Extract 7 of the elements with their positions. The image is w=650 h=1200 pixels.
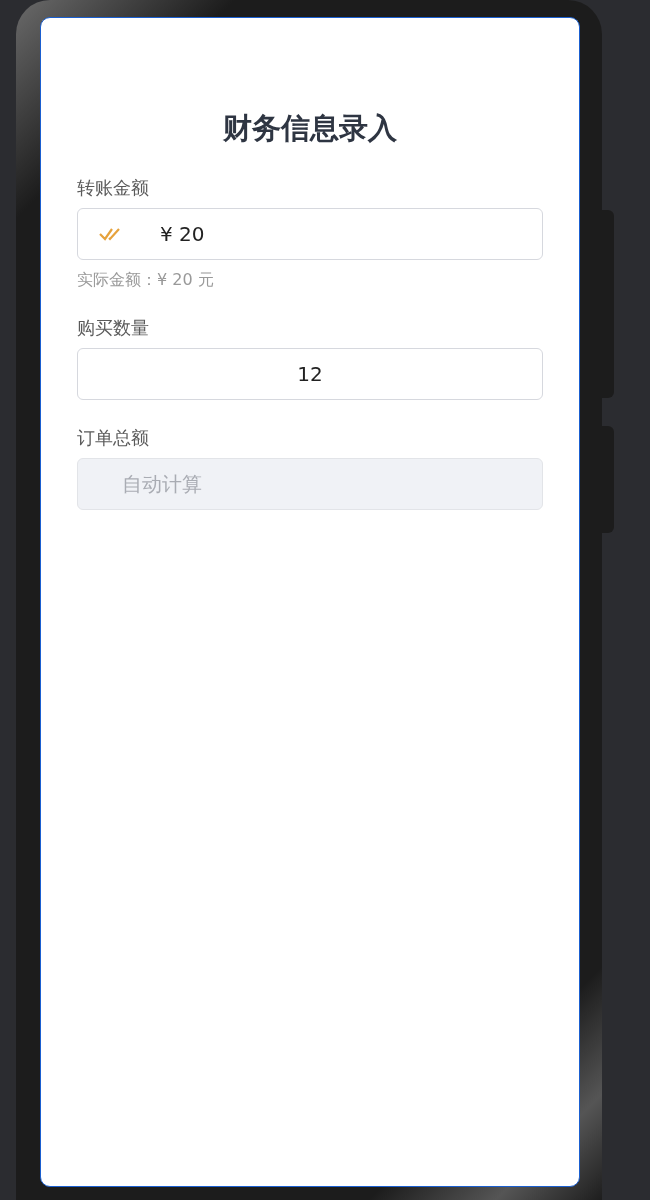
field-label: 购买数量 — [77, 316, 150, 340]
input-field[interactable]: 12 — [77, 348, 543, 400]
field-label: 订单总额 — [77, 426, 150, 450]
input-field[interactable]: ¥ 20 — [77, 208, 543, 260]
field-hint: 实际金额：¥ 20 元 — [77, 270, 215, 290]
field-label: 转账金额 — [77, 176, 150, 200]
page-title: 财务信息录入 — [222, 110, 398, 146]
